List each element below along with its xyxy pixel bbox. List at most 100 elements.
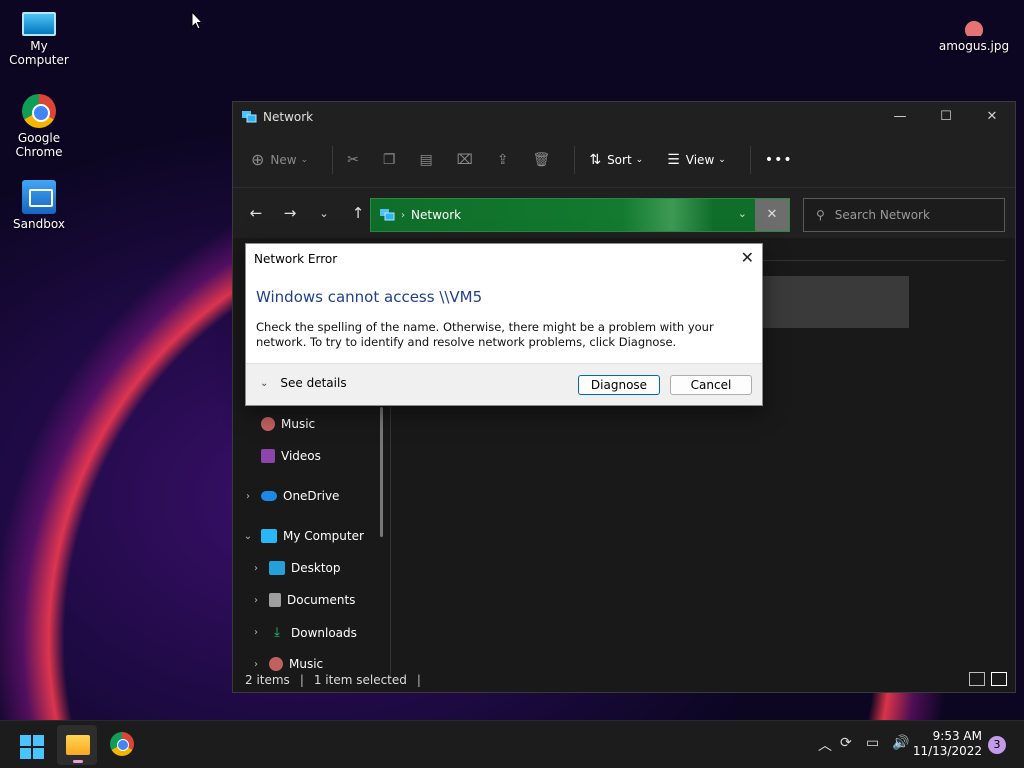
toolbar-divider <box>332 145 334 174</box>
taskbar-chrome[interactable] <box>110 732 134 756</box>
rename-icon: ⌧ <box>456 151 473 168</box>
chevron-right-icon[interactable]: › <box>241 491 255 502</box>
up-button[interactable]: ↑ <box>343 204 373 222</box>
sidebar-item-downloads[interactable]: › ⤓ Downloads <box>249 625 357 640</box>
see-details-toggle[interactable]: ⌄ See details <box>260 376 347 390</box>
computer-icon <box>22 12 56 36</box>
sidebar-item-my-computer[interactable]: ⌄ My Computer <box>241 529 364 543</box>
details-view-icon[interactable] <box>969 672 985 686</box>
desktop-icon-label: Sandbox <box>13 217 65 231</box>
clock[interactable]: 9:53 AM 11/13/2022 <box>913 729 982 759</box>
taskbar: ︿ ⟳ ▭ 🔊 9:53 AM 11/13/2022 3 <box>0 720 1024 768</box>
address-clear-button[interactable]: ✕ <box>755 199 789 231</box>
desktop-icon-amogus[interactable]: amogus.jpg <box>936 16 1012 53</box>
rename-button[interactable]: ⌧ <box>457 152 473 168</box>
sidebar-item-desktop[interactable]: › Desktop <box>249 561 341 575</box>
sidebar-item-music[interactable]: Music <box>255 417 315 431</box>
chevron-down-icon: ⌄ <box>635 154 644 165</box>
item-count: 2 items <box>245 673 290 687</box>
address-dropdown-button[interactable]: ⌄ <box>738 207 747 220</box>
maximize-button[interactable]: ☐ <box>923 102 969 132</box>
minimize-button[interactable]: — <box>877 102 923 132</box>
selected-network-item[interactable] <box>763 276 909 328</box>
desktop-icon-sandbox[interactable]: Sandbox <box>1 180 77 231</box>
toolbar-divider <box>574 145 576 174</box>
network-icon <box>380 209 395 221</box>
cut-button[interactable]: ✂ <box>347 152 359 168</box>
search-input[interactable] <box>834 208 995 222</box>
desktop-icon-label: amogus.jpg <box>938 39 1010 53</box>
notification-badge[interactable]: 3 <box>988 736 1006 754</box>
pane-divider[interactable] <box>390 407 391 677</box>
desktop-icon <box>269 561 285 575</box>
sidebar-item-label: Videos <box>281 449 321 463</box>
paste-button[interactable]: ▤ <box>419 152 432 168</box>
more-options-button[interactable]: ••• <box>765 152 793 168</box>
sidebar-item-onedrive[interactable]: › OneDrive <box>241 489 339 503</box>
chevron-right-icon[interactable]: › <box>249 563 263 574</box>
status-bar: 2 items | 1 item selected | <box>233 668 1015 692</box>
chevron-down-icon[interactable]: ⌄ <box>241 531 255 542</box>
back-button[interactable]: ← <box>241 204 271 222</box>
copy-button[interactable]: ❐ <box>383 152 396 168</box>
close-button[interactable]: ✕ <box>969 102 1015 132</box>
folder-icon <box>66 735 90 755</box>
chevron-right-icon[interactable]: › <box>249 595 263 606</box>
see-details-label: See details <box>280 376 347 390</box>
search-box[interactable]: ⚲ <box>803 198 1005 232</box>
sync-icon[interactable]: ⟳ <box>840 735 852 751</box>
forward-button[interactable]: → <box>275 204 305 222</box>
videos-icon <box>261 449 275 463</box>
trash-icon: 🗑 <box>532 151 551 168</box>
desktop-icon-google-chrome[interactable]: Google Chrome <box>1 94 77 159</box>
copy-icon: ❐ <box>382 151 396 168</box>
window-titlebar[interactable]: Network — ☐ ✕ <box>233 102 1015 132</box>
view-button[interactable]: ☰ View ⌄ <box>667 152 726 168</box>
more-icon: ••• <box>764 151 793 168</box>
delete-button[interactable]: 🗑 <box>533 152 551 168</box>
new-button[interactable]: ⊕ New ⌄ <box>251 150 308 169</box>
start-button[interactable] <box>20 735 44 759</box>
sort-button[interactable]: ⇅ Sort ⌄ <box>589 152 643 168</box>
sidebar-item-label: Music <box>281 417 316 431</box>
network-status-icon[interactable]: ▭ <box>866 735 879 751</box>
windows-logo-tile <box>33 748 44 759</box>
selection-count: 1 item selected <box>313 673 407 687</box>
desktop-icon-my-computer[interactable]: My Computer <box>1 8 77 67</box>
diagnose-button[interactable]: Diagnose <box>578 375 660 395</box>
volume-icon[interactable]: 🔊 <box>892 735 909 751</box>
show-hidden-icons-button[interactable]: ︿ <box>818 735 832 755</box>
sidebar-item-label: Desktop <box>291 561 341 575</box>
sort-icon: ⇅ <box>589 151 602 168</box>
dialog-close-button[interactable]: ✕ <box>741 248 754 267</box>
sidebar-item-label: Documents <box>287 593 356 607</box>
cancel-button[interactable]: Cancel <box>670 375 752 395</box>
sidebar-item-videos[interactable]: Videos <box>255 449 321 463</box>
view-button-label: View <box>685 152 715 167</box>
windows-logo-tile <box>33 735 44 746</box>
recent-locations-button[interactable]: ⌄ <box>309 207 339 220</box>
search-icon: ⚲ <box>816 208 825 222</box>
windows-logo-tile <box>20 748 31 759</box>
chevron-down-icon: ⌄ <box>718 154 726 165</box>
sidebar-item-label: OneDrive <box>283 489 340 503</box>
dialog-footer: ⌄ See details Diagnose Cancel <box>246 363 762 405</box>
music-icon <box>261 417 275 431</box>
download-icon: ⤓ <box>274 625 280 640</box>
breadcrumb-network[interactable]: Network <box>411 208 461 222</box>
sidebar-item-documents[interactable]: › Documents <box>249 593 355 607</box>
layout-buttons <box>969 672 1007 686</box>
dialog-heading: Windows cannot access \\VM5 <box>256 288 483 306</box>
sidebar-scrollbar[interactable] <box>380 407 383 537</box>
tiles-view-icon[interactable] <box>991 672 1007 686</box>
toolbar-divider <box>749 145 751 174</box>
clock-time: 9:53 AM <box>932 729 982 743</box>
windows-logo-icon <box>20 735 31 746</box>
address-bar[interactable]: › Network ⌄ ✕ <box>370 198 790 232</box>
sandbox-icon <box>22 180 56 214</box>
share-button[interactable]: ⇪ <box>497 152 509 168</box>
chevron-right-icon[interactable]: › <box>249 627 263 638</box>
chevron-down-icon: ⌄ <box>260 377 269 389</box>
status-separator: | <box>416 673 421 687</box>
computer-icon <box>261 529 277 543</box>
